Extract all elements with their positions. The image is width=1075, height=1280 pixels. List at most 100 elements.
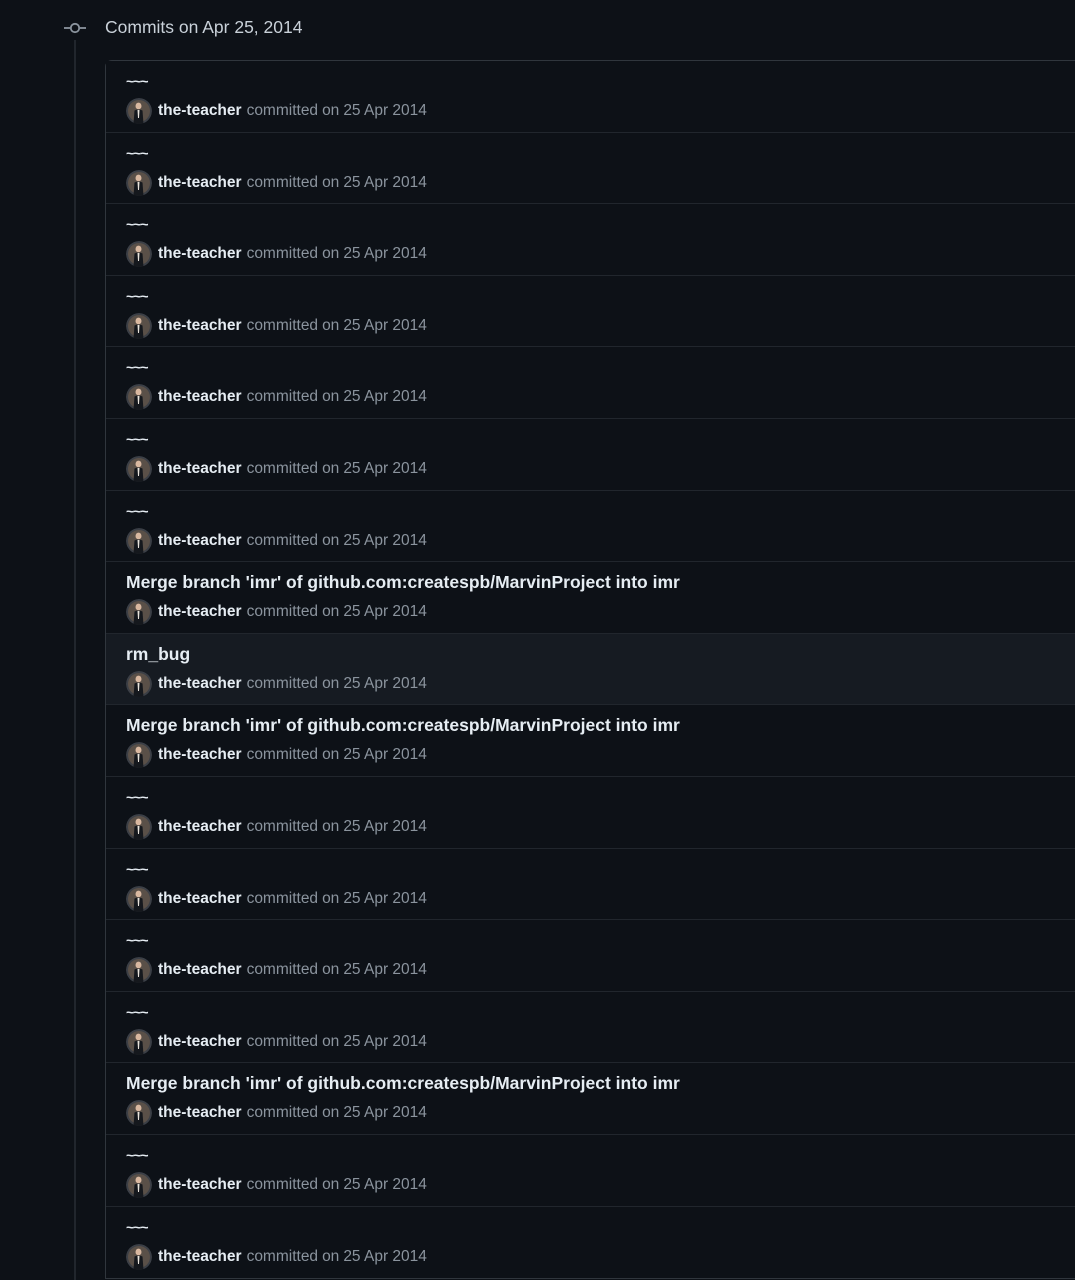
commit-action-text: committed [246, 459, 319, 477]
commit-row[interactable]: ~~~ the-teacher committed on 25 Apr 2014 [106, 490, 1075, 563]
commit-message-link[interactable]: Merge branch 'imr' of github.com:creates… [126, 1073, 680, 1094]
commit-message-link[interactable]: Merge branch 'imr' of github.com:creates… [126, 572, 680, 593]
commit-message-link[interactable]: ~~~ [126, 789, 149, 805]
commit-date: 25 Apr 2014 [343, 245, 427, 263]
commit-on-text: on [322, 459, 340, 477]
commit-message-link[interactable]: rm_bug [126, 644, 190, 665]
commit-author-link[interactable]: the-teacher [158, 603, 242, 621]
commit-author-link[interactable]: the-teacher [158, 746, 242, 764]
commit-message-link[interactable]: ~~~ [126, 1147, 149, 1163]
commit-row[interactable]: rm_bug the-teacher committed on 25 Apr 2014 [106, 633, 1075, 706]
user-avatar[interactable] [126, 1243, 152, 1270]
user-avatar[interactable] [126, 1100, 152, 1127]
commit-row[interactable]: Merge branch 'imr' of github.com:creates… [106, 705, 1075, 777]
user-avatar[interactable] [126, 813, 152, 840]
commit-author-link[interactable]: the-teacher [158, 102, 242, 120]
commit-on-text: on [322, 603, 340, 621]
commit-action-text: committed [246, 817, 319, 835]
commit-row[interactable]: ~~~ the-teacher committed on 25 Apr 2014 [106, 347, 1075, 419]
commit-on-text: on [322, 674, 340, 692]
commit-author-link[interactable]: the-teacher [158, 245, 242, 263]
commit-message-link[interactable]: ~~~ [126, 73, 149, 89]
commit-date: 25 Apr 2014 [343, 459, 427, 477]
commit-message-link[interactable]: ~~~ [126, 861, 149, 877]
commit-date: 25 Apr 2014 [343, 746, 427, 764]
commit-row[interactable]: ~~~ the-teacher committed on 25 Apr 2014 [106, 848, 1075, 921]
commit-action-text: committed [246, 603, 319, 621]
commit-message-link[interactable]: ~~~ [126, 145, 149, 161]
user-avatar[interactable] [126, 885, 152, 912]
commit-on-text: on [322, 173, 340, 191]
commit-row[interactable]: ~~~ the-teacher committed on 25 Apr 2014 [106, 132, 1075, 205]
commit-message-link[interactable]: ~~~ [126, 359, 149, 375]
commit-list: ~~~ the-teacher committed on 25 Apr 2014 ~~~… [105, 60, 1075, 1280]
user-avatar[interactable] [126, 1171, 152, 1198]
commit-author-link[interactable]: the-teacher [158, 1033, 242, 1051]
commit-author-link[interactable]: the-teacher [158, 961, 242, 979]
user-avatar[interactable] [126, 957, 152, 984]
user-avatar[interactable] [126, 384, 152, 411]
commit-message-link[interactable]: ~~~ [126, 932, 149, 948]
commit-action-text: committed [246, 245, 319, 263]
commit-message-link[interactable]: Merge branch 'imr' of github.com:creates… [126, 715, 680, 736]
commit-meta: the-teacher committed on 25 Apr 2014 [126, 742, 427, 769]
commit-row[interactable]: ~~~ the-teacher committed on 25 Apr 2014 [106, 1206, 1075, 1279]
commit-date: 25 Apr 2014 [343, 603, 427, 621]
commit-author-link[interactable]: the-teacher [158, 675, 242, 693]
commit-meta: the-teacher committed on 25 Apr 2014 [126, 670, 427, 697]
commit-author-link[interactable]: the-teacher [158, 890, 242, 908]
commit-row[interactable]: ~~~ the-teacher committed on 25 Apr 2014 [106, 204, 1075, 276]
commit-author-link[interactable]: the-teacher [158, 818, 242, 836]
user-avatar[interactable] [126, 241, 152, 268]
user-avatar[interactable] [126, 455, 152, 482]
commit-message-link[interactable]: ~~~ [126, 288, 149, 304]
commit-action-text: committed [246, 1032, 319, 1050]
commit-group-title: Commits on Apr 25, 2014 [105, 17, 303, 37]
commit-message-link[interactable]: ~~~ [126, 1219, 149, 1235]
commit-author-link[interactable]: the-teacher [158, 1176, 242, 1194]
commit-row[interactable]: Merge branch 'imr' of github.com:creates… [106, 562, 1075, 634]
commit-author-link[interactable]: the-teacher [158, 532, 242, 550]
commit-message-link[interactable]: ~~~ [126, 431, 149, 447]
user-avatar[interactable] [126, 169, 152, 196]
user-avatar[interactable] [126, 527, 152, 554]
commit-message-link[interactable]: ~~~ [126, 216, 149, 232]
user-avatar[interactable] [126, 312, 152, 339]
commit-on-text: on [322, 1104, 340, 1122]
commit-author-link[interactable]: the-teacher [158, 388, 242, 406]
commit-row[interactable]: ~~~ the-teacher committed on 25 Apr 2014 [106, 776, 1075, 849]
commit-author-link[interactable]: the-teacher [158, 460, 242, 478]
commit-row[interactable]: ~~~ the-teacher committed on 25 Apr 2014 [106, 61, 1075, 133]
commit-on-text: on [322, 245, 340, 263]
commit-row[interactable]: ~~~ the-teacher committed on 25 Apr 2014 [106, 418, 1075, 491]
commit-on-text: on [322, 316, 340, 334]
commit-author-link[interactable]: the-teacher [158, 1104, 242, 1122]
commit-date: 25 Apr 2014 [343, 961, 427, 979]
user-avatar[interactable] [126, 1028, 152, 1055]
user-avatar[interactable] [126, 98, 152, 124]
commit-action-text: committed [246, 674, 319, 692]
commit-date: 25 Apr 2014 [343, 102, 427, 119]
commit-author-link[interactable]: the-teacher [158, 1248, 242, 1266]
commit-message-link[interactable]: ~~~ [126, 503, 149, 519]
commit-meta: the-teacher committed on 25 Apr 2014 [126, 885, 427, 912]
commit-action-text: committed [246, 388, 319, 406]
user-avatar[interactable] [126, 742, 152, 769]
commit-on-text: on [322, 889, 340, 907]
user-avatar[interactable] [126, 599, 152, 626]
commit-row[interactable]: ~~~ the-teacher committed on 25 Apr 2014 [106, 275, 1075, 348]
commit-author-link[interactable]: the-teacher [158, 174, 242, 192]
commit-row[interactable]: ~~~ the-teacher committed on 25 Apr 2014 [106, 991, 1075, 1064]
commit-row[interactable]: ~~~ the-teacher committed on 25 Apr 2014 [106, 1134, 1075, 1207]
commit-row[interactable]: Merge branch 'imr' of github.com:creates… [106, 1063, 1075, 1135]
commit-message-link[interactable]: ~~~ [126, 1004, 149, 1020]
commit-action-text: committed [246, 889, 319, 907]
commit-row[interactable]: ~~~ the-teacher committed on 25 Apr 2014 [106, 920, 1075, 992]
commit-date: 25 Apr 2014 [343, 1247, 427, 1265]
commit-action-text: committed [246, 173, 319, 191]
commit-action-text: committed [246, 102, 319, 119]
commit-meta: the-teacher committed on 25 Apr 2014 [126, 455, 427, 482]
user-avatar[interactable] [126, 670, 152, 697]
commit-meta: the-teacher committed on 25 Apr 2014 [126, 312, 427, 339]
commit-author-link[interactable]: the-teacher [158, 317, 242, 335]
